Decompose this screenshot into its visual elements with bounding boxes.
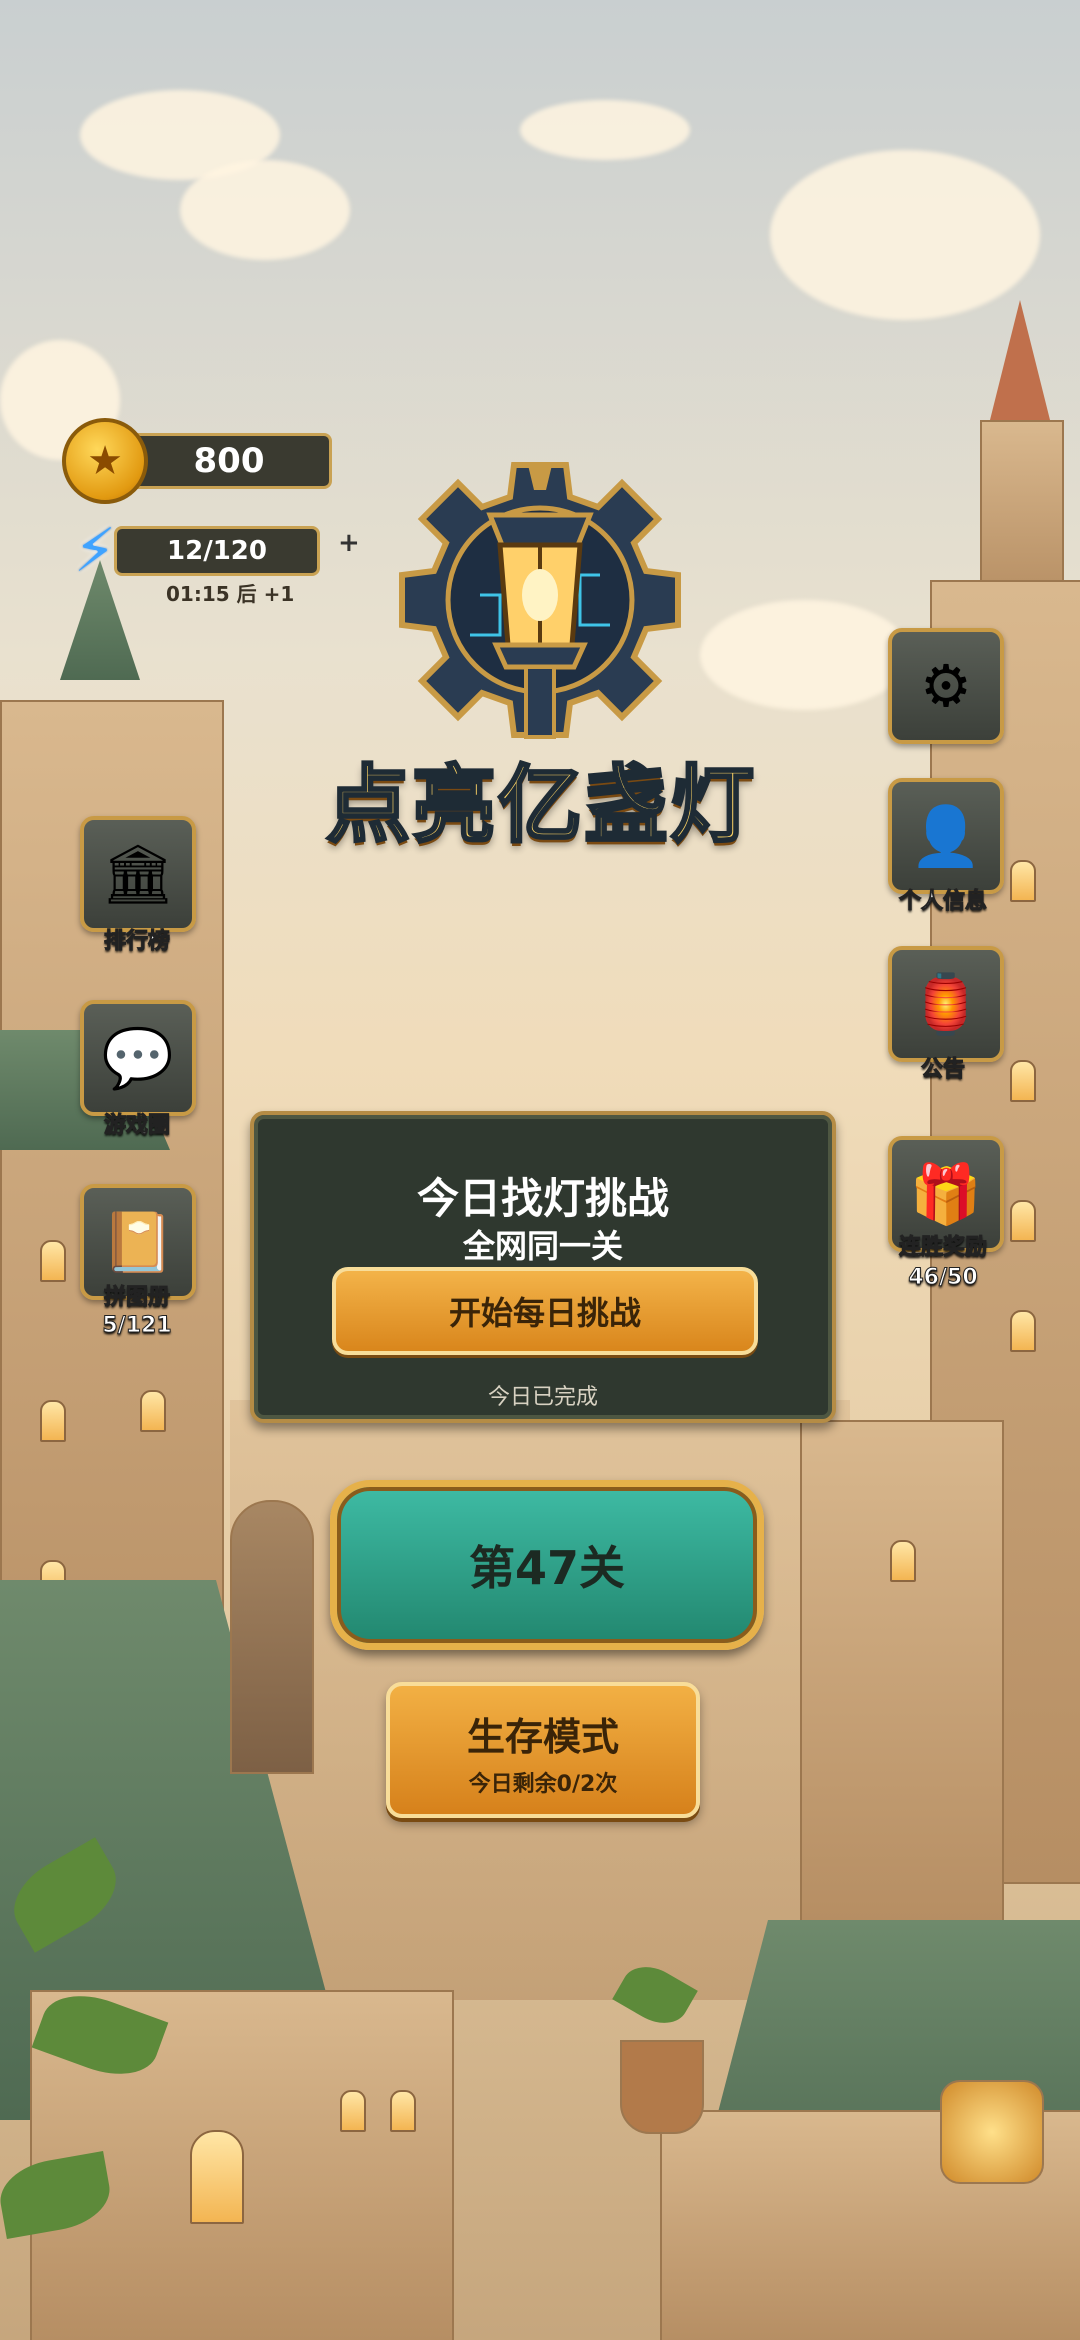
puzzle-book-icon: 📔 [101, 1207, 175, 1276]
energy-timer: 01:15 后 +1 [166, 582, 295, 606]
level-button[interactable]: 第47关 [330, 1480, 764, 1650]
energy-counter: ⚡ 12/120 [62, 516, 320, 586]
water-tower [230, 1500, 314, 1774]
window [190, 2130, 244, 2224]
plant-pot [620, 2040, 704, 2134]
survival-remaining: 今日剩余0/2次 [468, 1772, 618, 1797]
start-daily-challenge-button[interactable]: 开始每日挑战 [332, 1267, 758, 1355]
announcement-icon: 🏮 [909, 969, 983, 1038]
announcement-button[interactable]: 🏮 [888, 946, 1004, 1062]
energy-amount: 12/120 [114, 526, 320, 576]
game-circle-label: 游戏圈 [103, 1113, 170, 1139]
candle-jar [940, 2080, 1044, 2184]
daily-challenge-title: 今日找灯挑战 [416, 1174, 669, 1223]
announcement-label: 公告 [920, 1057, 965, 1083]
window [390, 2090, 416, 2132]
window [40, 1240, 66, 1282]
spire-tower [980, 420, 1064, 604]
game-title: 点亮亿盏灯 [324, 755, 756, 856]
window [1010, 1310, 1036, 1352]
window [890, 1540, 916, 1582]
puzzle-book-label: 拼图册 [103, 1285, 170, 1311]
profile-icon: 👤 [909, 801, 983, 870]
window [40, 1400, 66, 1442]
daily-challenge-subtitle: 全网同一关 [462, 1227, 623, 1265]
leaderboard-label: 排行榜 [103, 929, 170, 955]
game-circle-icon: 💬 [101, 1023, 175, 1092]
puzzle-book-progress: 5/121 [102, 1313, 172, 1339]
cloud [520, 100, 690, 160]
cloud [180, 160, 350, 260]
daily-challenge-panel: 今日找灯挑战 全网同一关 开始每日挑战 今日已完成 [250, 1111, 836, 1423]
streak-reward-label: 连胜奖励 [898, 1235, 987, 1261]
profile-button[interactable]: 👤 [888, 778, 1004, 894]
window [140, 1390, 166, 1432]
window [340, 2090, 366, 2132]
coin-amount: 800 [126, 433, 332, 489]
profile-label: 个人信息 [898, 889, 987, 915]
lightning-icon: ⚡ [73, 516, 117, 586]
puzzle-book-button[interactable]: 📔 [80, 1184, 196, 1300]
cloud [770, 150, 1040, 320]
daily-challenge-status: 今日已完成 [487, 1385, 598, 1410]
streak-reward-progress: 46/50 [908, 1265, 978, 1291]
streak-reward-icon: 🎁 [909, 1159, 983, 1228]
survival-mode-button[interactable]: 生存模式 今日剩余0/2次 [386, 1682, 700, 1818]
right-mid-building [800, 1420, 1004, 1924]
game-circle-button[interactable]: 💬 [80, 1000, 196, 1116]
survival-mode-title: 生存模式 [466, 1715, 619, 1759]
star-coin-icon: ★ [62, 418, 148, 504]
settings-button[interactable]: ⚙ [888, 628, 1004, 744]
settings-icon: ⚙ [920, 652, 972, 720]
leaderboard-button[interactable]: 🏛 [80, 816, 196, 932]
spire [990, 300, 1050, 420]
coin-counter: ★ 800 [62, 418, 332, 504]
leaderboard-icon: 🏛 [101, 839, 175, 908]
